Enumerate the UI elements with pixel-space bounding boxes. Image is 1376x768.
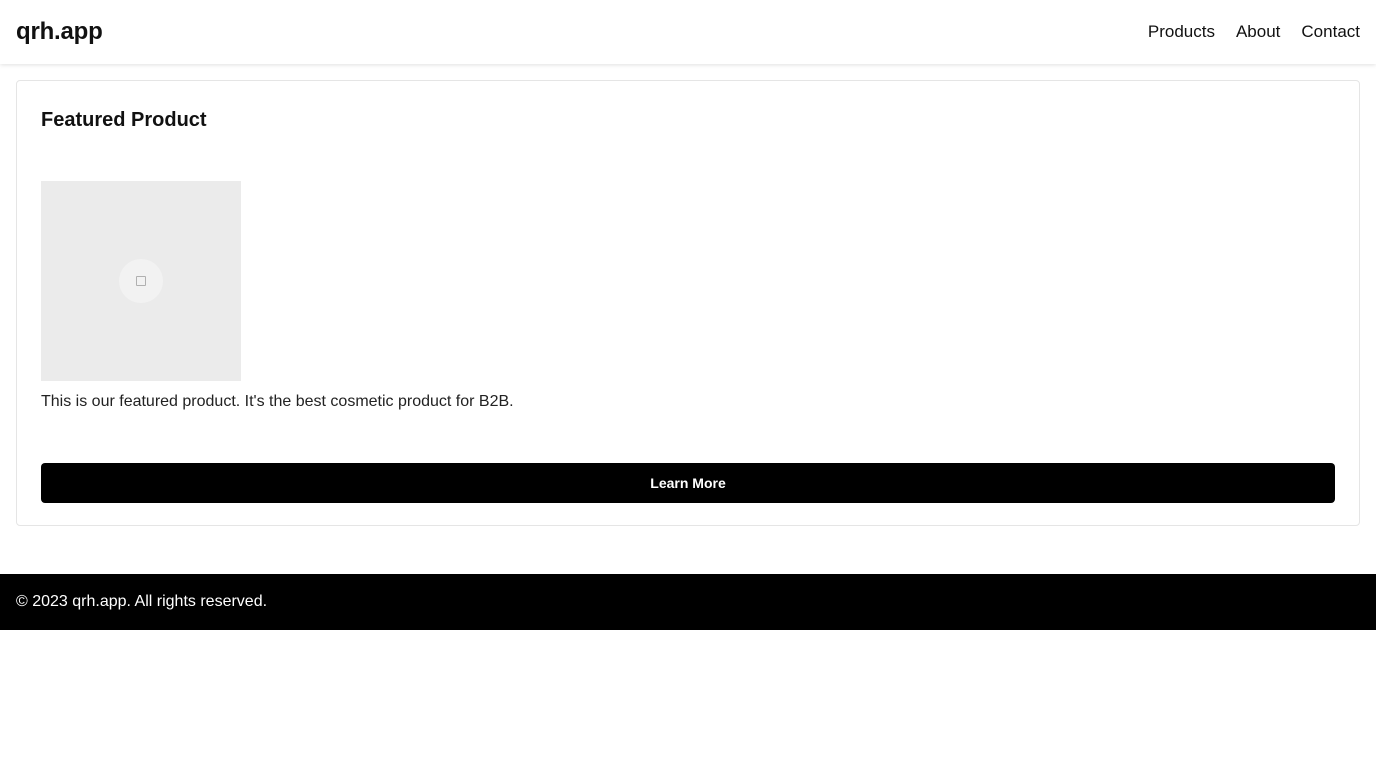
main-nav: Products About Contact	[1127, 22, 1360, 42]
featured-product-card: Featured Product This is our featured pr…	[16, 80, 1360, 526]
learn-more-button[interactable]: Learn More	[41, 463, 1335, 503]
main-content: Featured Product This is our featured pr…	[0, 64, 1376, 542]
card-title: Featured Product	[41, 109, 207, 131]
footer-copyright: © 2023 qrh.app. All rights reserved.	[16, 593, 268, 610]
site-header: qrh.app Products About Contact	[0, 0, 1376, 64]
nav-link-products[interactable]: Products	[1148, 22, 1215, 42]
site-footer: © 2023 qrh.app. All rights reserved.	[0, 574, 1376, 630]
product-description: This is our featured product. It's the b…	[41, 393, 514, 410]
image-placeholder-icon	[119, 259, 163, 303]
nav-link-contact[interactable]: Contact	[1301, 22, 1360, 42]
product-image	[41, 181, 241, 381]
image-frame-glyph	[136, 276, 146, 286]
nav-link-about[interactable]: About	[1236, 22, 1280, 42]
site-logo[interactable]: qrh.app	[16, 18, 103, 46]
